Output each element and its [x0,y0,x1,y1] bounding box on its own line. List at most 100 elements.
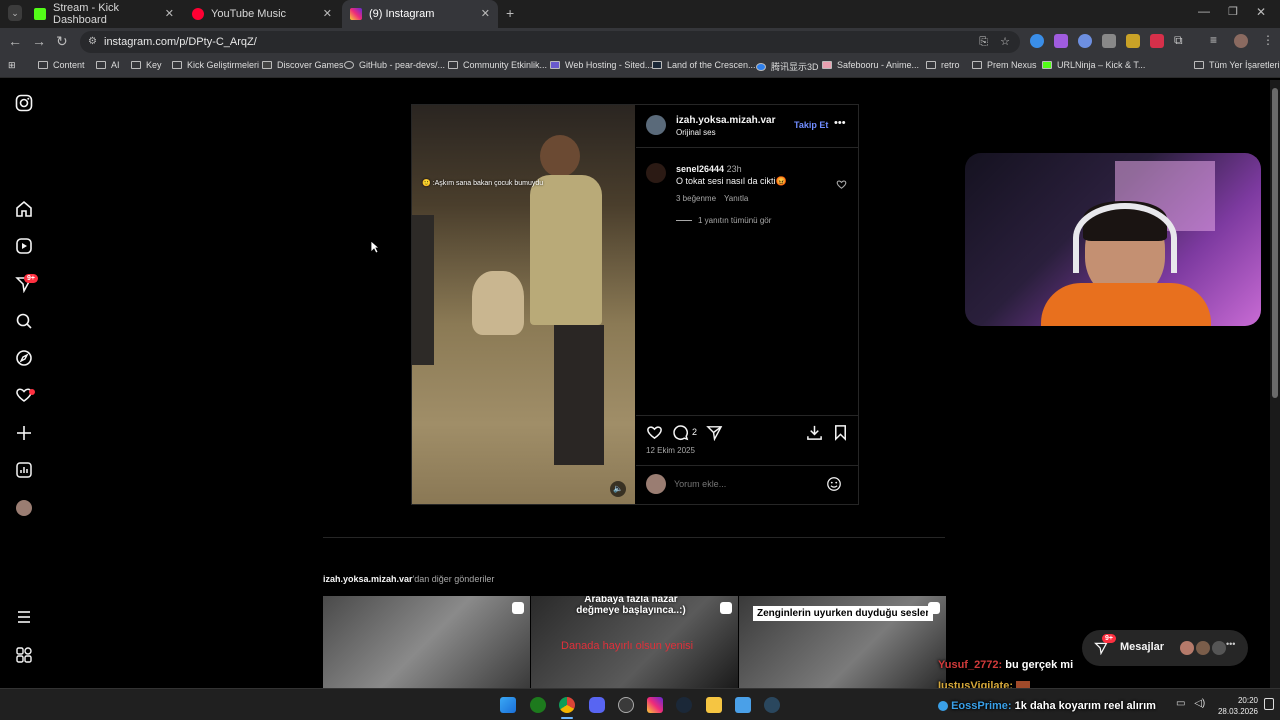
bookmark-item[interactable]: GitHub - pear-devs/... [344,60,445,70]
more-posts-author[interactable]: izah.yoksa.mizah.var [323,574,413,584]
bookmark-item[interactable]: Prem Nexus [972,60,1037,70]
extension-icon[interactable] [1030,34,1044,48]
all-bookmarks[interactable]: Tüm Yer İşaretleri [1194,60,1280,70]
author-username[interactable]: izah.yoksa.mizah.var [676,115,776,126]
home-icon[interactable] [14,200,34,220]
extension-icon[interactable] [1126,34,1140,48]
notepad-icon[interactable] [735,697,751,713]
menu-icon[interactable]: ⋮ [1262,33,1274,47]
reading-list-icon[interactable]: ≡ [1210,33,1217,47]
post-thumbnail[interactable]: Zenginlerin uyurken duyduğu sesler [739,596,946,688]
scrollbar-thumb[interactable] [1272,88,1278,398]
xbox-icon[interactable] [530,697,546,713]
reels-icon[interactable] [14,237,34,257]
notification-center-icon[interactable] [1264,698,1274,710]
urlninja-icon [1042,61,1052,69]
extension-icon[interactable] [1102,34,1116,48]
bookmark-item[interactable]: Land of the Crescen... [652,60,756,70]
messages-button[interactable]: 9+ Mesajlar ••• [1082,630,1248,666]
site-info-icon[interactable]: ⚙ [88,31,97,53]
tab-instagram[interactable]: (9) Instagram ✕ [342,0,498,28]
close-tab-icon[interactable]: ✕ [165,7,174,20]
follow-button[interactable]: Takip Et [794,120,828,130]
tab-kick[interactable]: Stream - Kick Dashboard ✕ [26,0,182,28]
bookmark-item[interactable]: Community Etkinlik... [448,60,547,70]
post-video[interactable]: 🙂 :Aşkım sana bakan çocuk bumuydu 🔈 [412,105,635,504]
bookmark-item[interactable]: retro [926,60,960,70]
network-icon[interactable]: ▭ [1176,698,1185,709]
bookmark-item[interactable]: URLNinja – Kick & T... [1042,60,1145,70]
bookmark-item[interactable]: Web Hosting - Sited... [550,60,652,70]
bookmark-item[interactable]: Kick Geliştirmeleri [172,60,259,70]
instagram-app-icon[interactable] [647,697,663,713]
comment-count: 2 [692,427,698,437]
dashboard-icon[interactable] [14,461,34,481]
back-icon[interactable]: ← [8,33,22,49]
bookmark-star-icon[interactable]: ☆ [1000,31,1010,53]
audio-label[interactable]: Orijinal ses [676,128,716,137]
post-date[interactable]: 12 Ekim 2025 [646,446,695,455]
also-from-meta-icon[interactable] [14,646,34,666]
profile-avatar[interactable] [16,500,32,516]
comment-likes[interactable]: 3 beğenme [676,194,716,203]
profile-avatar[interactable] [1234,34,1248,48]
bookmark-item[interactable]: Discover Games [262,60,344,70]
comment-like-icon[interactable] [836,177,847,195]
comment-username[interactable]: senel26444 [676,164,724,174]
section-divider [323,537,945,538]
search-icon[interactable] [14,312,34,332]
notification-dot [29,389,35,395]
post-thumbnail[interactable] [323,596,530,688]
minimize-icon[interactable]: — [1198,4,1210,18]
close-tab-icon[interactable]: ✕ [323,7,332,20]
close-tab-icon[interactable]: ✕ [481,7,490,20]
puzzle-icon[interactable]: ⧉ [1174,33,1183,48]
reload-icon[interactable]: ↻ [56,33,68,50]
extension-icon[interactable] [1054,34,1068,48]
bookmark-item[interactable]: Safebooru - Anime... [822,60,919,70]
comment-input[interactable] [674,476,814,492]
steam-icon[interactable] [764,697,780,713]
share-icon[interactable] [706,424,723,446]
mute-icon[interactable]: 🔈 [610,481,626,497]
steam-icon[interactable] [676,697,692,713]
chrome-icon[interactable] [559,697,575,713]
volume-icon[interactable]: ◁) [1194,698,1205,709]
author-avatar[interactable] [646,115,666,135]
forward-icon[interactable]: → [32,33,46,49]
obs-icon[interactable] [618,697,634,713]
page-scrollbar[interactable] [1270,80,1280,688]
like-icon[interactable] [646,424,663,446]
url-input[interactable]: ⚙ instagram.com/p/DPty-C_ArqZ/ ⎘ ☆ [80,31,1020,53]
bookmark-item[interactable]: Key [131,60,162,70]
save-icon[interactable] [832,424,849,446]
new-tab-icon[interactable]: + [506,5,514,21]
file-explorer-icon[interactable] [706,697,722,713]
bookmark-item[interactable]: AI [96,60,120,70]
post-thumbnail[interactable]: Arabaya fazla nazar değmeye başlayınca..… [531,596,738,688]
download-icon[interactable] [806,424,823,446]
bookmark-item[interactable]: Content [38,60,85,70]
explore-icon[interactable] [14,349,34,369]
restore-icon[interactable]: ❐ [1228,5,1238,18]
tab-youtube-music[interactable]: YouTube Music ✕ [184,0,340,28]
close-window-icon[interactable]: ✕ [1256,5,1266,19]
windows-start-icon[interactable] [500,697,516,713]
instagram-logo[interactable] [14,94,34,114]
comment-reply[interactable]: Yanıtla [724,194,748,203]
tab-search-icon[interactable]: ⌄ [8,5,22,21]
emoji-icon[interactable] [826,476,842,497]
bookmark-item[interactable]: 腾讯显示3D [756,60,819,73]
view-replies[interactable]: 1 yanıtın tümünü gör [698,216,771,225]
commenter-avatar[interactable] [646,163,666,183]
extension-icon[interactable] [1078,34,1092,48]
more-icon[interactable] [14,608,34,628]
extension-icon[interactable] [1150,34,1164,48]
more-options-icon[interactable]: ••• [834,117,846,129]
install-app-icon[interactable]: ⎘ [979,31,988,53]
clock[interactable]: 20:20 28.03.2026 [1218,695,1258,717]
discord-icon[interactable] [589,697,605,713]
apps-icon[interactable]: ⊞ [8,60,16,71]
create-icon[interactable] [14,424,34,444]
comment-icon[interactable] [672,424,689,446]
